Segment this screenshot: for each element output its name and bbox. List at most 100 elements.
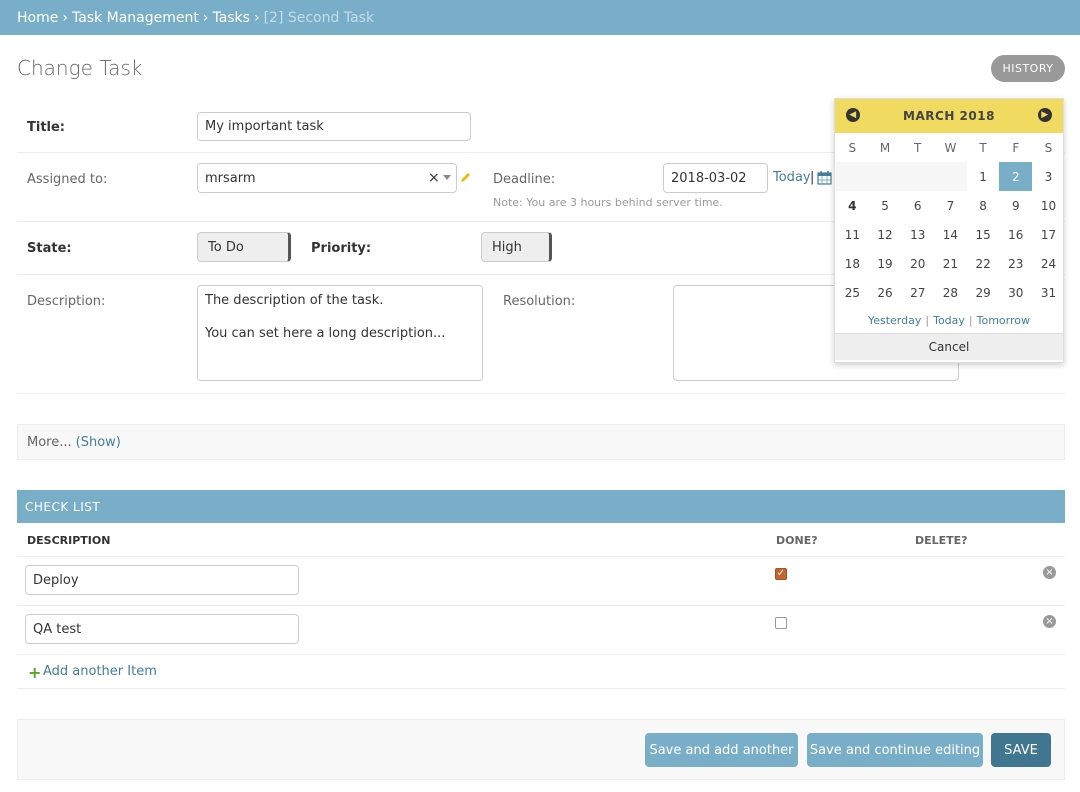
- calendar-day[interactable]: 8: [967, 191, 1000, 220]
- link-separator: |: [810, 170, 815, 185]
- calendar-empty-cell: [934, 162, 967, 191]
- table-row: QA test ×: [17, 606, 1065, 655]
- calendar-day[interactable]: 11: [836, 220, 869, 249]
- chevron-down-icon: [443, 175, 451, 180]
- calendar-month-label: MARCH 2018: [903, 109, 995, 123]
- done-checkbox[interactable]: [775, 617, 787, 629]
- description-label: Description:: [27, 294, 106, 309]
- calendar-empty-cell: [868, 162, 902, 191]
- deadline-today-link[interactable]: Today: [773, 170, 811, 185]
- save-and-continue-button[interactable]: Save and continue editing: [807, 733, 983, 767]
- calendar-yesterday-link[interactable]: Yesterday: [868, 314, 921, 327]
- calendar-day[interactable]: 22: [967, 249, 1000, 278]
- calendar-day[interactable]: 1: [967, 162, 1000, 191]
- save-button[interactable]: SAVE: [991, 733, 1051, 767]
- calendar-day[interactable]: 26: [869, 278, 902, 307]
- calendar-popup: ◀ MARCH 2018 ▶ SMTWTFS 1 2 3 4 5 6 7 8 9 10 11 12 13…: [834, 98, 1064, 363]
- calendar-day[interactable]: 18: [836, 249, 869, 278]
- description-line: The description of the task.: [205, 293, 384, 308]
- calendar-day[interactable]: 31: [1032, 278, 1065, 307]
- calendar-tomorrow-link[interactable]: Tomorrow: [977, 314, 1030, 327]
- edit-pencil-icon[interactable]: [460, 171, 472, 183]
- calendar-day[interactable]: 4: [836, 191, 869, 220]
- calendar-day[interactable]: 2: [999, 162, 1033, 191]
- deadline-label: Deadline:: [493, 172, 556, 187]
- breadcrumb-home-link[interactable]: Home: [17, 10, 58, 26]
- checklist-description-input[interactable]: QA test: [25, 614, 299, 644]
- calendar-day[interactable]: 15: [967, 220, 1000, 249]
- next-month-icon[interactable]: ▶: [1038, 108, 1052, 122]
- breadcrumb-separator: ›: [253, 9, 260, 26]
- add-row: + Add another Item: [17, 655, 1065, 689]
- more-label: More...: [27, 434, 72, 450]
- calendar-weekday-label: T: [914, 140, 922, 155]
- breadcrumb-model-link[interactable]: Tasks: [212, 10, 250, 26]
- calendar-day[interactable]: 5: [869, 191, 902, 220]
- checklist-heading: CHECK LIST: [17, 490, 1065, 523]
- calendar-day[interactable]: 10: [1032, 191, 1065, 220]
- calendar-today-link[interactable]: Today: [933, 314, 965, 327]
- history-button[interactable]: HISTORY: [991, 55, 1065, 82]
- calendar-day[interactable]: 12: [869, 220, 902, 249]
- deadline-input[interactable]: 2018-03-02: [663, 163, 768, 193]
- calendar-day[interactable]: 27: [901, 278, 934, 307]
- calendar-day[interactable]: 3: [1032, 162, 1065, 191]
- calendar-day[interactable]: 20: [901, 249, 934, 278]
- clear-icon[interactable]: ×: [428, 170, 440, 186]
- breadcrumb: Home › Task Management › Tasks › [2] Sec…: [0, 0, 1080, 35]
- breadcrumb-separator: ›: [62, 9, 68, 26]
- state-select[interactable]: To Do: [197, 232, 291, 262]
- breadcrumb-app-link[interactable]: Task Management: [72, 10, 199, 26]
- shortcut-separator: |: [925, 313, 930, 327]
- calendar-day[interactable]: 14: [934, 220, 967, 249]
- calendar-day[interactable]: 9: [999, 191, 1032, 220]
- calendar-day[interactable]: 23: [999, 249, 1032, 278]
- shortcut-separator: |: [968, 313, 973, 327]
- deadline-help-text: Note: You are 3 hours behind server time…: [493, 196, 723, 209]
- assigned-label: Assigned to:: [27, 172, 108, 187]
- calendar-day[interactable]: 30: [999, 278, 1032, 307]
- calendar-empty-cell: [901, 162, 935, 191]
- more-show-link[interactable]: (Show): [76, 435, 121, 450]
- checklist-description-input[interactable]: Deploy: [25, 565, 299, 595]
- calendar-shortcuts: Yesterday | Today | Tomorrow: [835, 307, 1063, 333]
- calendar-icon[interactable]: [817, 170, 832, 185]
- calendar-day[interactable]: 7: [934, 191, 967, 220]
- calendar-day[interactable]: 24: [1032, 249, 1065, 278]
- calendar-day[interactable]: 29: [967, 278, 1000, 307]
- submit-row: Save and add another Save and continue e…: [17, 719, 1065, 780]
- calendar-weekday-row: SMTWTFS: [835, 133, 1063, 162]
- calendar-empty-cell: [836, 162, 869, 191]
- calendar-cancel-button[interactable]: Cancel: [835, 333, 1063, 360]
- add-another-item-link[interactable]: Add another Item: [43, 664, 157, 679]
- calendar-day[interactable]: 21: [934, 249, 967, 278]
- calendar-days-grid: 1 2 3 4 5 6 7 8 9 10 11 12 13 14 15 16 17 18 19 20 21 22 23 24 2…: [835, 162, 1063, 307]
- calendar-day[interactable]: 13: [901, 220, 934, 249]
- add-icon[interactable]: +: [28, 663, 41, 682]
- delete-row-icon[interactable]: ×: [1043, 566, 1056, 579]
- calendar-day[interactable]: 6: [901, 191, 934, 220]
- resolution-label: Resolution:: [503, 294, 576, 309]
- title-input[interactable]: My important task: [197, 112, 471, 141]
- column-header-done: DONE?: [776, 534, 818, 547]
- calendar-day[interactable]: 19: [869, 249, 902, 278]
- calendar-weekday-label: M: [879, 140, 891, 155]
- calendar-day[interactable]: 28: [934, 278, 967, 307]
- assigned-value: mrsarm: [205, 170, 256, 186]
- calendar-day[interactable]: 25: [836, 278, 869, 307]
- assigned-select[interactable]: mrsarm ×: [197, 163, 457, 193]
- breadcrumb-separator: ›: [202, 9, 209, 26]
- description-textarea[interactable]: The description of the task. You can set…: [197, 285, 483, 381]
- breadcrumb-current: [2] Second Task: [263, 9, 375, 26]
- calendar-weekday-label: W: [944, 140, 957, 155]
- page-title: Change Task: [17, 56, 143, 80]
- save-and-add-another-button[interactable]: Save and add another: [645, 733, 798, 767]
- priority-select[interactable]: High: [481, 232, 552, 262]
- calendar-day[interactable]: 17: [1032, 220, 1065, 249]
- previous-month-icon[interactable]: ◀: [846, 108, 860, 122]
- state-label: State:: [27, 241, 72, 256]
- done-checkbox[interactable]: ✓: [775, 568, 787, 580]
- description-line: You can set here a long description...: [205, 326, 446, 341]
- calendar-day[interactable]: 16: [999, 220, 1032, 249]
- delete-row-icon[interactable]: ×: [1043, 615, 1056, 628]
